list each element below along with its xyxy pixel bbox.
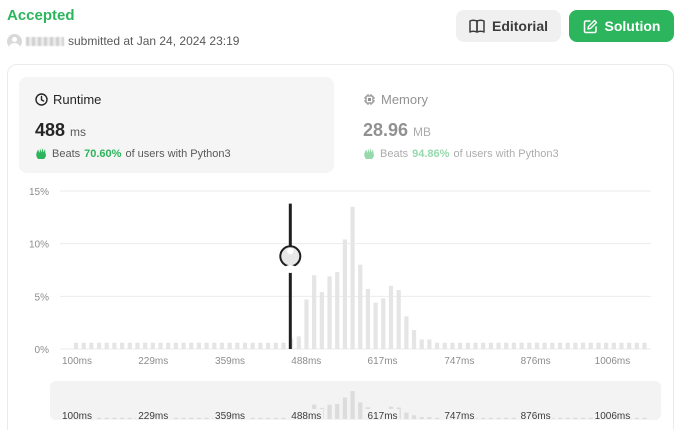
- avatar[interactable]: [7, 33, 22, 49]
- runtime-unit: ms: [70, 125, 87, 139]
- submitted-time: submitted at Jan 24, 2024 23:19: [68, 34, 240, 48]
- memory-unit: MB: [413, 125, 432, 139]
- performance-card: Runtime 488 ms Beats 70.60% of users wit…: [7, 64, 674, 430]
- book-icon: [469, 19, 485, 33]
- runtime-beats-percent: 70.60%: [84, 147, 122, 160]
- memory-beats-suffix: of users with Python3: [453, 147, 559, 160]
- runtime-value: 488: [35, 120, 66, 140]
- memory-title: Memory: [381, 91, 428, 107]
- status-title: Accepted: [7, 7, 75, 24]
- submission-header: Accepted submitted at Jan 24, 2024 23:19…: [0, 0, 683, 60]
- runtime-metric[interactable]: Runtime 488 ms Beats 70.60% of users wit…: [19, 77, 334, 173]
- memory-beats-percent: 94.86%: [412, 147, 450, 160]
- overview-brush[interactable]: [50, 381, 661, 420]
- chip-icon: [364, 93, 375, 105]
- editorial-button[interactable]: Editorial: [456, 10, 561, 42]
- submitter-info: submitted at Jan 24, 2024 23:19: [7, 33, 239, 49]
- solution-label: Solution: [604, 18, 661, 34]
- clap-icon: [364, 148, 374, 159]
- clap-icon: [36, 148, 46, 159]
- editorial-label: Editorial: [491, 18, 548, 34]
- edit-icon: [583, 19, 597, 33]
- runtime-beats-label: Beats: [52, 147, 81, 160]
- username-redacted[interactable]: [26, 36, 64, 46]
- runtime-beats-suffix: of users with Python3: [125, 147, 231, 160]
- clock-icon: [35, 92, 48, 106]
- solution-button[interactable]: Solution: [569, 10, 674, 42]
- runtime-title: Runtime: [53, 91, 102, 107]
- memory-metric[interactable]: Memory 28.96 MB Beats 94.86% of users wi…: [347, 77, 662, 173]
- memory-beats-label: Beats: [380, 147, 409, 160]
- memory-value: 28.96: [363, 120, 409, 140]
